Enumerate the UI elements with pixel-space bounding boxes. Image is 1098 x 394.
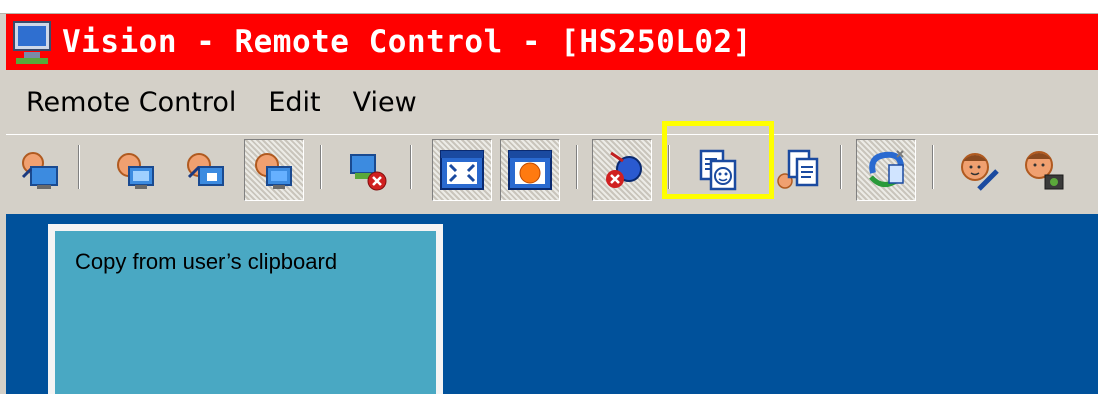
disconnect-icon [350, 154, 387, 191]
share-mode-icon [187, 153, 224, 186]
connect-user-icon [21, 152, 58, 189]
annotate-icon [961, 153, 999, 191]
fullscreen-button[interactable] [432, 139, 492, 201]
file-transfer-button[interactable] [856, 139, 916, 201]
toolbar-separator [576, 145, 578, 189]
toolbar-separator [932, 145, 934, 189]
highlight-frame [662, 121, 774, 199]
toolbar-separator [78, 145, 80, 189]
toolbar-separator [410, 145, 412, 189]
menu-remote-control[interactable]: Remote Control [26, 87, 236, 118]
copy-to-clipboard-icon [777, 149, 819, 189]
title-bar[interactable]: Vision - Remote Control - [HS250L02] [6, 14, 1098, 70]
connect-user-button[interactable] [10, 139, 70, 201]
snapshot-icon [1025, 151, 1064, 190]
file-transfer-icon [869, 150, 904, 187]
annotate-button[interactable] [950, 139, 1010, 201]
share-mode-button[interactable] [176, 139, 236, 201]
toolbar-separator [840, 145, 842, 189]
toolbar-separator [320, 145, 322, 189]
tooltip-text: Copy from user’s clipboard [75, 249, 338, 274]
view-mode-icon [117, 153, 154, 189]
record-icon [508, 150, 552, 190]
blank-screen-icon [606, 151, 642, 188]
fullscreen-icon [440, 150, 484, 190]
copy-to-clipboard-button[interactable] [768, 139, 828, 201]
toolbar [6, 121, 1098, 214]
window-top-edge [0, 0, 1098, 14]
monitor-icon [6, 14, 60, 70]
menu-edit[interactable]: Edit [268, 87, 320, 118]
disconnect-button[interactable] [338, 139, 398, 201]
menu-view[interactable]: View [353, 87, 417, 118]
tooltip-callout: Copy from user’s clipboard [48, 224, 443, 394]
control-mode-icon [255, 153, 292, 189]
blank-screen-button[interactable] [592, 139, 652, 201]
window-title: Vision - Remote Control - [HS250L02] [62, 24, 752, 60]
control-mode-button[interactable] [244, 139, 304, 201]
menu-bar: Remote Control Edit View [6, 72, 1098, 132]
record-button[interactable] [500, 139, 560, 201]
view-mode-button[interactable] [106, 139, 166, 201]
snapshot-button[interactable] [1014, 139, 1074, 201]
